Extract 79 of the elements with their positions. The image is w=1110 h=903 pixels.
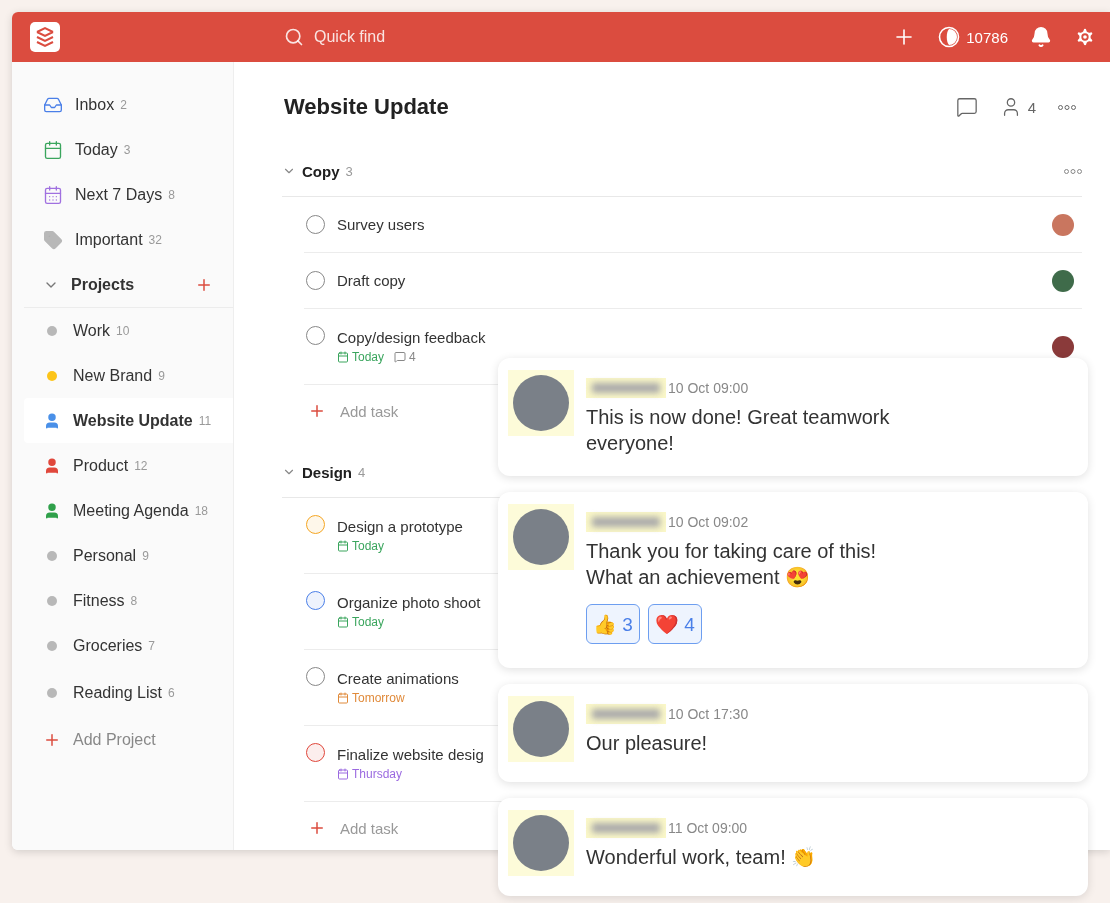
- calendar-icon: [337, 692, 349, 704]
- search-field[interactable]: Quick find: [312, 27, 516, 47]
- calendar-icon: [337, 540, 349, 552]
- task-checkbox[interactable]: [306, 743, 325, 762]
- project-item[interactable]: Reading List 6: [24, 668, 233, 717]
- task-title: Survey users: [337, 216, 425, 233]
- more-button[interactable]: [1058, 104, 1076, 110]
- settings-button[interactable]: [1074, 26, 1096, 48]
- tag-icon: [43, 229, 63, 250]
- project-item[interactable]: New Brand 9: [24, 353, 233, 398]
- comment-text: This is now done! Great teamwork everyone!: [586, 405, 891, 456]
- task-title: Create animations: [337, 670, 459, 687]
- settings-icon: [1074, 26, 1096, 48]
- task-title: Design a prototype: [337, 518, 463, 535]
- members-button[interactable]: 4: [999, 96, 1036, 118]
- project-item[interactable]: Product 12: [24, 443, 233, 488]
- karma-button[interactable]: 10786: [938, 26, 1008, 48]
- task-title: Copy/design feedback: [337, 329, 486, 346]
- sidebar-item[interactable]: Next 7 Days 8: [24, 172, 233, 217]
- comment-time: 10 Oct 09:00: [668, 380, 749, 396]
- photo-placeholder: [508, 696, 574, 762]
- task-title: Draft copy: [337, 272, 406, 289]
- photo-placeholder: [508, 504, 574, 570]
- project-item[interactable]: Fitness 8: [24, 578, 233, 623]
- more-icon[interactable]: [1064, 168, 1082, 174]
- task-title: Finalize website desig: [337, 746, 484, 763]
- due-date: Thursday: [337, 767, 403, 781]
- more-icon: [1058, 104, 1076, 110]
- sidebar-item[interactable]: Today 3: [24, 127, 233, 172]
- projects-heading: Projects: [71, 275, 136, 294]
- project-item[interactable]: Personal 9: [24, 533, 233, 578]
- due-date: Today: [337, 539, 385, 553]
- section-title: Design: [302, 463, 352, 481]
- project-item[interactable]: Groceries 7: [24, 623, 233, 668]
- project-item[interactable]: Meeting Agenda 18: [24, 488, 233, 533]
- plus-icon: [308, 819, 326, 837]
- search-icon: [284, 27, 304, 47]
- task-checkbox[interactable]: [306, 271, 325, 290]
- task-checkbox[interactable]: [306, 215, 325, 234]
- section-title: Copy: [302, 162, 340, 180]
- calendar-icon: [43, 184, 63, 205]
- due-date: Tomorrow: [337, 691, 405, 705]
- photo-placeholder: [508, 370, 574, 436]
- comment-text: Thank you for taking care of this! What an achievement 😍: [586, 539, 877, 590]
- plus-icon: [308, 402, 326, 420]
- comment-text: Our pleasure!: [586, 731, 709, 756]
- bell-icon: [1030, 26, 1052, 48]
- reaction-button[interactable]: ❤ 4: [647, 604, 702, 644]
- project-item[interactable]: Website Update 11: [24, 398, 233, 443]
- comment-icon: [394, 351, 407, 363]
- section-count: 3: [345, 163, 354, 179]
- task-checkbox[interactable]: [306, 667, 325, 686]
- calendar-icon: [337, 768, 349, 780]
- reaction-button[interactable]: 👍 3: [586, 604, 640, 644]
- logo-icon[interactable]: [30, 22, 60, 52]
- sidebar-item[interactable]: Inbox 2: [24, 82, 233, 127]
- task-checkbox[interactable]: [306, 515, 325, 534]
- project-item[interactable]: Work 10: [24, 308, 233, 353]
- comment-text: Wonderful work, team! 👏: [586, 845, 817, 870]
- calendar-icon: [337, 616, 349, 628]
- photo-placeholder: [508, 810, 574, 876]
- sidebar-item[interactable]: Important 32: [24, 217, 233, 262]
- comment-icon: [955, 96, 978, 118]
- comment-time: 11 Oct 09:00: [668, 820, 748, 836]
- calendar-icon: [43, 139, 63, 160]
- comment-time: 10 Oct 17:30: [668, 706, 749, 722]
- task-checkbox[interactable]: [306, 326, 325, 345]
- task-checkbox[interactable]: [306, 591, 325, 610]
- comments-button[interactable]: [955, 96, 978, 118]
- due-date: Today: [337, 615, 385, 629]
- section-count: 4: [358, 464, 367, 480]
- notifications-button[interactable]: [1030, 26, 1052, 48]
- due-date: Today: [337, 350, 385, 364]
- comment-time: 10 Oct 09:02: [668, 514, 749, 530]
- task-title: Organize photo shoot: [337, 594, 481, 611]
- karma-icon: [938, 26, 961, 48]
- project-title: Website Update: [284, 94, 450, 120]
- calendar-icon: [337, 351, 349, 363]
- comment-count: 4: [394, 350, 416, 364]
